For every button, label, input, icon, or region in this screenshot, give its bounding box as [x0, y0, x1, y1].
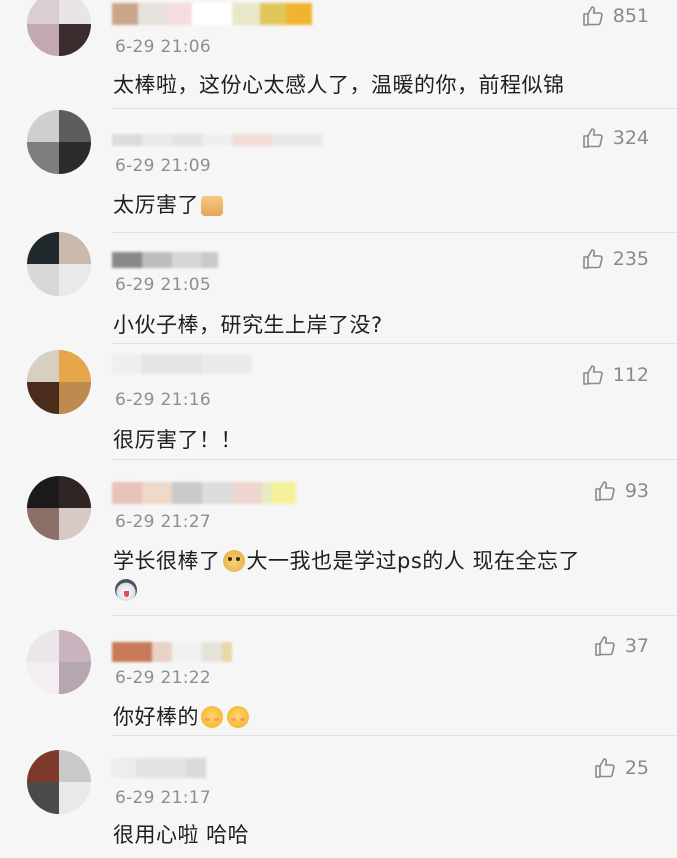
- username-blurred[interactable]: [112, 482, 296, 504]
- comment-item: 6-29 21:22 你好棒的 37: [0, 616, 677, 736]
- divider: [112, 459, 677, 460]
- like-count: 93: [624, 480, 649, 502]
- thumbs-up-outline-icon: [582, 365, 603, 385]
- thumbs-up-outline-icon: [595, 636, 615, 656]
- username-blurred[interactable]: [112, 134, 322, 146]
- kissing-face-emoji: [201, 706, 223, 728]
- avatar[interactable]: [27, 232, 91, 296]
- like-count: 25: [624, 757, 649, 779]
- avatar[interactable]: [27, 476, 91, 540]
- comment-text: 学长很棒了 大一我也是学过ps的人 现在全忘了: [113, 545, 580, 575]
- avatar[interactable]: [27, 110, 91, 174]
- like-button[interactable]: 25: [593, 756, 649, 780]
- comment-time: 6-29 21:17: [115, 788, 211, 808]
- like-button[interactable]: 112: [581, 363, 649, 387]
- comment-time: 6-29 21:09: [115, 156, 211, 176]
- comment-text-main: 学长很棒了: [113, 549, 221, 573]
- like-button[interactable]: 37: [593, 634, 649, 658]
- thumbs-up-emoji: [201, 196, 223, 216]
- thumbs-up-outline-icon: [582, 128, 603, 148]
- comment-time: 6-29 21:22: [115, 668, 211, 688]
- comment-text-main: 你好棒的: [113, 705, 199, 729]
- comment-item: 6-29 21:27 学长很棒了 大一我也是学过ps的人 现在全忘了 93: [0, 462, 677, 618]
- comment-text: 你好棒的: [113, 701, 251, 731]
- comment-text: 很用心啦 哈哈: [113, 823, 250, 847]
- kissing-face-emoji: [227, 706, 249, 728]
- like-button[interactable]: 324: [581, 126, 649, 150]
- avatar[interactable]: [27, 350, 91, 414]
- thumbs-up-outline-icon: [595, 481, 615, 501]
- username-blurred[interactable]: [112, 758, 206, 778]
- comment-time: 6-29 21:27: [115, 512, 211, 532]
- like-count: 112: [612, 364, 649, 386]
- thumbs-up-outline-icon: [582, 6, 603, 26]
- like-count: 37: [624, 635, 649, 657]
- comment-item: 6-29 21:05 小伙子棒，研究生上岸了没? 235: [0, 232, 677, 352]
- comment-text: 小伙子棒，研究生上岸了没?: [113, 313, 383, 337]
- username-blurred[interactable]: [112, 3, 312, 25]
- comment-time: 6-29 21:16: [115, 390, 211, 410]
- avatar[interactable]: [27, 0, 91, 56]
- husky-emoji: [115, 579, 137, 601]
- comment-item: 6-29 21:06 太棒啦，这份心太感人了，温暖的你，前程似锦 851: [0, 0, 677, 120]
- like-button[interactable]: 235: [581, 247, 649, 271]
- comment-text-continued: 大一我也是学过ps的人 现在全忘了: [246, 549, 580, 573]
- thumbs-up-outline-icon: [582, 249, 603, 269]
- divider: [112, 735, 677, 736]
- avatar[interactable]: [27, 750, 91, 814]
- doge-emoji: [222, 550, 245, 572]
- username-blurred[interactable]: [112, 252, 218, 268]
- like-count: 235: [612, 248, 649, 270]
- like-button[interactable]: 851: [581, 4, 649, 28]
- username-blurred[interactable]: [112, 354, 252, 374]
- like-count: 851: [612, 5, 649, 27]
- comment-text: 很厉害了！！: [113, 428, 242, 452]
- comment-item: 6-29 21:16 很厉害了！！ 112: [0, 346, 677, 466]
- thumbs-up-outline-icon: [595, 758, 615, 778]
- comment-time: 6-29 21:05: [115, 275, 211, 295]
- comment-item: 6-29 21:17 很用心啦 哈哈 25: [0, 738, 677, 858]
- avatar[interactable]: [27, 630, 91, 694]
- divider: [112, 108, 677, 109]
- username-blurred[interactable]: [112, 642, 232, 662]
- comment-text: 太厉害了: [113, 189, 225, 219]
- comment-text-main: 太厉害了: [113, 193, 199, 217]
- divider: [112, 343, 677, 344]
- comment-item: 6-29 21:09 太厉害了 324: [0, 110, 677, 233]
- like-button[interactable]: 93: [593, 479, 649, 503]
- comment-text: 太棒啦，这份心太感人了，温暖的你，前程似锦: [113, 73, 565, 97]
- comment-time: 6-29 21:06: [115, 37, 211, 57]
- like-count: 324: [612, 127, 649, 149]
- comment-text-line2: [113, 578, 139, 602]
